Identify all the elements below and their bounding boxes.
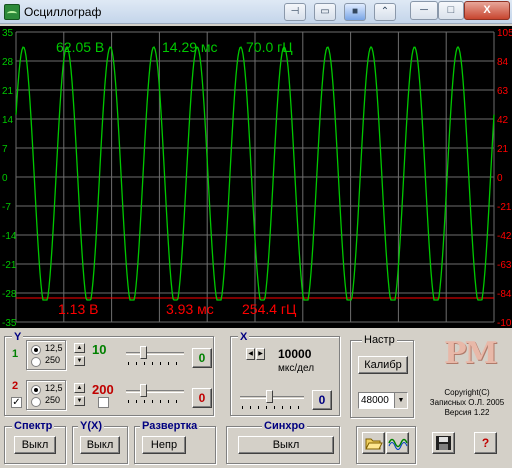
- right-axis-tick-label: 0: [497, 173, 503, 184]
- ch2-enable-checkbox[interactable]: ✓: [11, 397, 22, 408]
- ch2-range-label-a: 12,5: [45, 383, 63, 393]
- ch1-slider-ticks: [128, 362, 184, 365]
- collapse-icon[interactable]: ⌃: [374, 3, 396, 21]
- sweep-mode-button[interactable]: Непр: [142, 436, 186, 454]
- bottom-readout-frequency: 254.4 гЦ: [242, 301, 297, 317]
- right-axis-tick-label: 42: [497, 115, 509, 126]
- ch2-slider-ticks: [128, 400, 184, 403]
- bottom-readout-voltage: 1.13 В: [58, 301, 98, 317]
- right-axis-tick-label: 105: [497, 28, 512, 39]
- timebase-increase-icon[interactable]: ▶: [256, 348, 265, 360]
- ch1-range-radio-a[interactable]: [31, 345, 41, 355]
- sample-rate-value: 48000: [361, 395, 389, 406]
- right-axis-tick-label: -42: [497, 231, 512, 242]
- top-readout-frequency: 70.0 гЦ: [246, 39, 293, 55]
- ch1-gain-up-icon[interactable]: ▲: [74, 343, 85, 353]
- chevron-down-icon: ▼: [394, 393, 407, 408]
- ch2-offset-slider[interactable]: [126, 390, 184, 393]
- ch2-range-label-b: 250: [45, 395, 61, 405]
- pm-logo: PM: [444, 336, 498, 371]
- x-panel-title: X: [238, 331, 250, 343]
- right-axis-tick-label: 63: [497, 86, 509, 97]
- copyright-line-1: Copyright(C): [444, 388, 490, 397]
- title-bar: Осциллограф ⊣ ▭ ■ ⌃ ─ □ X: [0, 0, 512, 24]
- close-button[interactable]: X: [464, 1, 510, 20]
- oscilloscope-window: Осциллограф ⊣ ▭ ■ ⌃ ─ □ X 35 28 21 14 7 0 -7 -1…: [0, 0, 512, 468]
- ch2-gain-down-icon[interactable]: ▼: [74, 396, 85, 406]
- sync-toggle-button[interactable]: Выкл: [238, 436, 334, 454]
- left-axis-tick-label: -35: [2, 318, 17, 328]
- sweep-title: Развертка: [140, 420, 200, 432]
- right-axis-tick-label: 21: [497, 144, 509, 155]
- ch1-offset-slider-thumb[interactable]: [140, 346, 147, 359]
- timebase-value: 10000: [278, 347, 312, 361]
- copyright-line-2: Записных О.Л. 2005: [429, 398, 505, 407]
- x-slider-ticks: [242, 406, 304, 409]
- channel-1-label: 1: [12, 348, 19, 360]
- ch1-offset-value[interactable]: 0: [192, 348, 212, 368]
- y-panel-title: Y: [12, 331, 24, 343]
- x-offset-value[interactable]: 0: [312, 390, 332, 410]
- top-readout-time: 14.29 мс: [162, 39, 218, 55]
- ch1-offset-slider[interactable]: [126, 352, 184, 355]
- left-axis-tick-label: 7: [2, 144, 8, 155]
- ch2-range-radio-a[interactable]: [31, 385, 41, 395]
- right-axis-tick-label: -84: [497, 289, 512, 300]
- color-icon[interactable]: ■: [344, 3, 366, 21]
- left-axis-tick-label: 0: [2, 173, 8, 184]
- settings-panel-title: Настр: [362, 334, 397, 346]
- bottom-readout-time: 3.93 мс: [166, 301, 214, 317]
- left-axis-tick-label: 21: [2, 86, 14, 97]
- timebase-unit: мкс/дел: [278, 363, 315, 374]
- sample-rate-select[interactable]: 48000 ▼: [358, 392, 408, 409]
- window-title: Осциллограф: [24, 5, 102, 19]
- restore-pane-icon[interactable]: ▭: [314, 3, 336, 21]
- left-axis-tick-label: -28: [2, 289, 17, 300]
- ch1-gain-value: 10: [92, 342, 107, 357]
- left-axis-tick-label: 14: [2, 115, 14, 126]
- copyright-block: Copyright(C) Записных О.Л. 2005 Версия 1…: [422, 388, 512, 418]
- ch2-gain-up-icon[interactable]: ▲: [74, 383, 85, 393]
- sync-title: Синхро: [262, 420, 307, 432]
- oscilloscope-screen[interactable]: 35 28 21 14 7 0 -7 -14 -21 -28 -35 105 84 63 42 21 0 -21 -…: [0, 26, 512, 328]
- copyright-line-3: Версия 1.22: [444, 408, 490, 417]
- waveform-icon[interactable]: [386, 432, 409, 454]
- timebase-decrease-icon[interactable]: ◀: [246, 348, 255, 360]
- scope-display: 35 28 21 14 7 0 -7 -14 -21 -28 -35 105 84 63 42 21 0 -21 -…: [2, 28, 512, 328]
- right-axis-tick-label: -63: [497, 260, 512, 271]
- channel-2-label: 2: [12, 380, 19, 392]
- ch2-offset-value[interactable]: 0: [192, 388, 212, 408]
- spectrum-title: Спектр: [12, 420, 55, 432]
- save-disk-icon[interactable]: [432, 432, 455, 454]
- minimize-button[interactable]: ─: [410, 1, 438, 20]
- oscilloscope-app-icon: [4, 4, 20, 20]
- ch1-range-label-b: 250: [45, 355, 61, 365]
- ch2-offset-slider-thumb[interactable]: [140, 384, 147, 397]
- pin-icon[interactable]: ⊣: [284, 3, 306, 21]
- maximize-button[interactable]: □: [438, 1, 464, 20]
- left-axis-tick-label: -7: [2, 202, 11, 213]
- yx-title: Y(X): [78, 420, 104, 432]
- left-axis-tick-label: 35: [2, 28, 14, 39]
- spectrum-toggle-button[interactable]: Выкл: [14, 436, 56, 454]
- left-axis-tick-label: -14: [2, 231, 17, 242]
- calibrate-button[interactable]: Калибр: [358, 356, 408, 374]
- ch1-range-radio-b[interactable]: [31, 357, 41, 367]
- left-axis-tick-label: 28: [2, 57, 14, 68]
- ch2-range-radio-b[interactable]: [31, 397, 41, 407]
- top-readout-voltage: 62.05 В: [56, 39, 104, 55]
- ch1-range-label-a: 12,5: [45, 343, 63, 353]
- right-axis-tick-label: -105: [497, 318, 512, 328]
- x-offset-slider-thumb[interactable]: [266, 390, 273, 403]
- yx-toggle-button[interactable]: Выкл: [80, 436, 120, 454]
- help-icon[interactable]: ?: [474, 432, 497, 454]
- ch2-gain-value: 200: [92, 382, 114, 397]
- ch2-invert-checkbox[interactable]: [98, 397, 109, 408]
- ch1-gain-down-icon[interactable]: ▼: [74, 356, 85, 366]
- right-axis-tick-label: 84: [497, 57, 509, 68]
- right-axis-tick-label: -21: [497, 202, 512, 213]
- open-folder-icon[interactable]: [362, 432, 385, 454]
- left-axis-tick-label: -21: [2, 260, 17, 271]
